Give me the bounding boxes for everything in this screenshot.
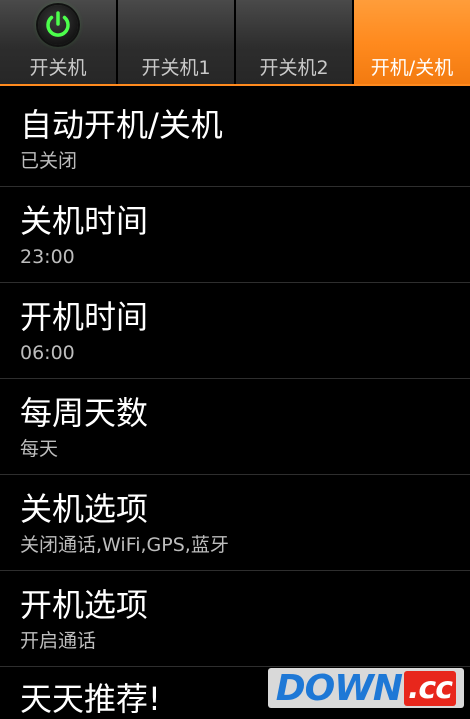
setting-title: 每周天数 (20, 394, 149, 432)
tab-power[interactable]: 开关机 (0, 0, 116, 86)
setting-summary: 关闭通话,WiFi,GPS,蓝牙 (20, 534, 229, 556)
watermark-main: DOWN (275, 667, 403, 709)
daily-recommend-item[interactable]: 天天推荐! (20, 679, 161, 719)
setting-auto-power[interactable]: 自动开机/关机 已关闭 (0, 91, 470, 187)
tab-indicator (0, 84, 470, 86)
tab-label: 开机/关机 (370, 57, 454, 79)
tab-power-2[interactable]: 开关机2 (236, 0, 352, 86)
tab-label: 开关机 (29, 57, 87, 79)
site-watermark-logo: DOWN .cc (267, 667, 464, 709)
setting-summary: 已关闭 (20, 150, 78, 172)
setting-summary: 23:00 (20, 246, 75, 268)
setting-boot-time[interactable]: 开机时间 06:00 (0, 283, 470, 379)
setting-weekdays[interactable]: 每周天数 每天 (0, 379, 470, 475)
watermark-tld: .cc (404, 670, 456, 706)
setting-title: 开机选项 (20, 586, 149, 624)
setting-summary: 每天 (20, 438, 59, 460)
setting-summary: 开启通话 (20, 630, 97, 652)
tab-label: 开关机1 (141, 57, 211, 79)
setting-title: 自动开机/关机 (20, 106, 223, 144)
setting-title: 关机时间 (20, 202, 149, 240)
setting-title: 关机选项 (20, 490, 149, 528)
tab-label: 开关机2 (259, 57, 329, 79)
setting-title: 开机时间 (20, 298, 149, 336)
tab-auto-power[interactable]: 开机/关机 (354, 0, 470, 86)
setting-boot-options[interactable]: 开机选项 开启通话 (0, 571, 470, 667)
setting-summary: 06:00 (20, 342, 75, 364)
tab-power-1[interactable]: 开关机1 (118, 0, 234, 86)
settings-list: 自动开机/关机 已关闭 关机时间 23:00 开机时间 06:00 每周天数 每… (0, 91, 470, 667)
setting-shutdown-options[interactable]: 关机选项 关闭通话,WiFi,GPS,蓝牙 (0, 475, 470, 571)
power-icon (38, 5, 78, 45)
tab-bar: 开关机 开关机1 开关机2 开机/关机 (0, 0, 470, 86)
setting-shutdown-time[interactable]: 关机时间 23:00 (0, 187, 470, 283)
